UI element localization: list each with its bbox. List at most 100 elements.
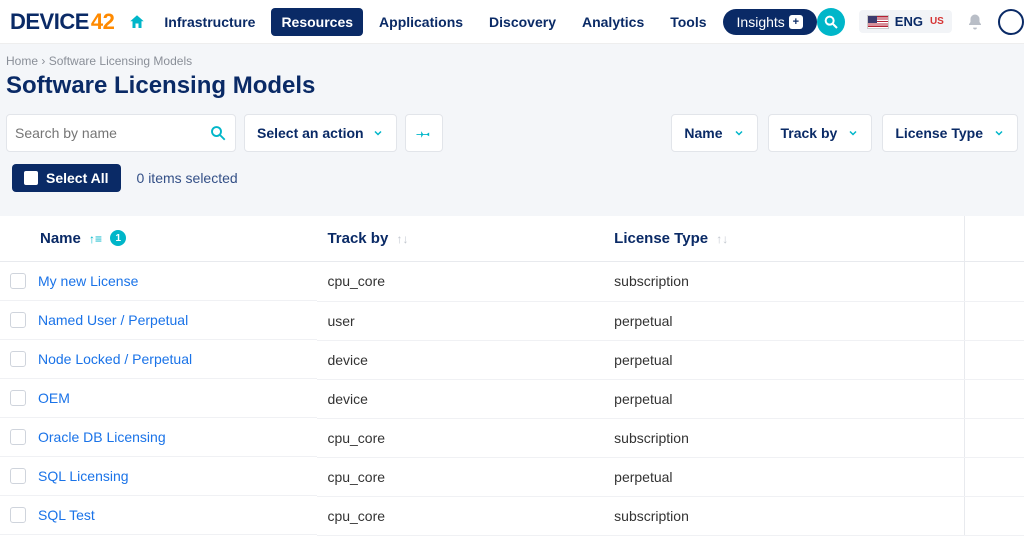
select-bar: Select All 0 items selected (6, 152, 1018, 202)
filter-count-badge: 1 (110, 230, 126, 246)
row-checkbox[interactable] (10, 312, 26, 328)
row-trackby: cpu_core (317, 418, 604, 457)
row-edge (964, 340, 1024, 379)
row-checkbox[interactable] (10, 507, 26, 523)
col-licensetype-header[interactable]: License Type ↑↓ (604, 216, 964, 262)
data-table: Name ↑≡ 1 Track by ↑↓ License Type ↑↓ My… (0, 216, 1024, 536)
row-name-link[interactable]: Named User / Perpetual (38, 312, 188, 328)
row-trackby: cpu_core (317, 262, 604, 302)
row-name-link[interactable]: Oracle DB Licensing (38, 429, 166, 445)
pin-button[interactable] (405, 114, 443, 152)
lang-code: ENG (895, 14, 923, 29)
nav-insights[interactable]: Insights + (723, 9, 817, 35)
col-trackby-label: Track by (327, 230, 388, 247)
action-dropdown[interactable]: Select an action (244, 114, 397, 152)
row-edge (964, 418, 1024, 457)
col-name-header[interactable]: Name ↑≡ 1 (0, 216, 317, 262)
row-edge (964, 457, 1024, 496)
nav-analytics[interactable]: Analytics (572, 8, 654, 36)
page-title: Software Licensing Models (6, 72, 1018, 100)
filter-label: Track by (781, 125, 838, 141)
breadcrumb-sep: › (41, 54, 48, 68)
checkbox-icon (24, 171, 38, 185)
chevron-down-icon (847, 127, 859, 139)
nav-discovery[interactable]: Discovery (479, 8, 566, 36)
pin-icon (416, 125, 432, 141)
language-selector[interactable]: ENG US (859, 10, 952, 33)
table-row: My new License cpu_coresubscription (0, 262, 1024, 302)
brand-logo[interactable]: DEVICE42 (10, 9, 114, 35)
col-licensetype-label: License Type (614, 230, 708, 247)
table-row: SQL Licensing cpu_coreperpetual (0, 457, 1024, 496)
col-actions-header (964, 216, 1024, 262)
nav-infrastructure[interactable]: Infrastructure (154, 8, 265, 36)
search-icon (209, 124, 227, 142)
user-avatar[interactable] (998, 9, 1024, 35)
sort-icon: ↑↓ (716, 232, 728, 246)
brand-suffix: 42 (91, 9, 114, 35)
toolbar: Select an action Name Track by License T… (6, 114, 1018, 152)
nav-resources[interactable]: Resources (271, 8, 363, 36)
row-edge (964, 379, 1024, 418)
table-row: SQL Testcpu_coresubscription (0, 496, 1024, 535)
flag-us-icon (867, 15, 889, 29)
breadcrumb-home[interactable]: Home (6, 54, 38, 68)
column-filters: Name Track by License Type (671, 114, 1018, 152)
table-row: Named User / Perpetual userperpetual (0, 301, 1024, 340)
breadcrumb: Home › Software Licensing Models (6, 54, 1018, 68)
chevron-down-icon (733, 127, 745, 139)
select-all-button[interactable]: Select All (12, 164, 121, 192)
row-licensetype: perpetual (604, 301, 964, 340)
row-edge (964, 496, 1024, 535)
row-trackby: device (317, 340, 604, 379)
breadcrumb-current: Software Licensing Models (49, 54, 192, 68)
select-all-label: Select All (46, 170, 109, 186)
brand-name: DEVICE (10, 9, 89, 35)
page-subheader: Home › Software Licensing Models Softwar… (0, 44, 1024, 216)
chevron-down-icon (372, 127, 384, 139)
sort-icon: ↑↓ (396, 232, 408, 246)
sort-asc-icon: ↑≡ (89, 232, 102, 246)
search-box[interactable] (6, 114, 236, 152)
nav-tools[interactable]: Tools (660, 8, 716, 36)
insights-label: Insights (737, 14, 785, 30)
row-name-link[interactable]: My new License (38, 273, 138, 289)
items-selected-count: 0 items selected (137, 170, 238, 186)
home-icon[interactable] (128, 13, 146, 31)
action-label: Select an action (257, 125, 364, 141)
table-row: Oracle DB Licensingcpu_coresubscription (0, 418, 1024, 457)
row-name-link[interactable]: SQL Licensing (38, 468, 129, 484)
row-trackby: cpu_core (317, 457, 604, 496)
row-trackby: cpu_core (317, 496, 604, 535)
row-licensetype: subscription (604, 262, 964, 302)
col-trackby-header[interactable]: Track by ↑↓ (317, 216, 604, 262)
table-row: Node Locked / Perpetual deviceperpetual (0, 340, 1024, 379)
row-name-link[interactable]: SQL Test (38, 507, 95, 523)
col-name-label: Name (40, 230, 81, 247)
nav-items: Infrastructure Resources Applications Di… (128, 8, 816, 36)
row-checkbox[interactable] (10, 468, 26, 484)
row-licensetype: perpetual (604, 340, 964, 379)
top-nav: DEVICE42 Infrastructure Resources Applic… (0, 0, 1024, 44)
chevron-down-icon (993, 127, 1005, 139)
row-edge (964, 301, 1024, 340)
row-licensetype: perpetual (604, 457, 964, 496)
row-name-link[interactable]: OEM (38, 390, 70, 406)
filter-name[interactable]: Name (671, 114, 757, 152)
row-checkbox[interactable] (10, 351, 26, 367)
nav-applications[interactable]: Applications (369, 8, 473, 36)
filter-label: License Type (895, 125, 983, 141)
row-trackby: user (317, 301, 604, 340)
global-search-button[interactable] (817, 8, 845, 36)
filter-track-by[interactable]: Track by (768, 114, 873, 152)
topnav-right: ENG US (817, 8, 1016, 36)
row-licensetype: perpetual (604, 379, 964, 418)
row-name-link[interactable]: Node Locked / Perpetual (38, 351, 192, 367)
filter-license-type[interactable]: License Type (882, 114, 1018, 152)
notifications-icon[interactable] (966, 13, 984, 31)
search-input[interactable] (15, 125, 209, 141)
table-row: OEMdeviceperpetual (0, 379, 1024, 418)
row-checkbox[interactable] (10, 429, 26, 445)
row-checkbox[interactable] (10, 273, 26, 289)
row-checkbox[interactable] (10, 390, 26, 406)
